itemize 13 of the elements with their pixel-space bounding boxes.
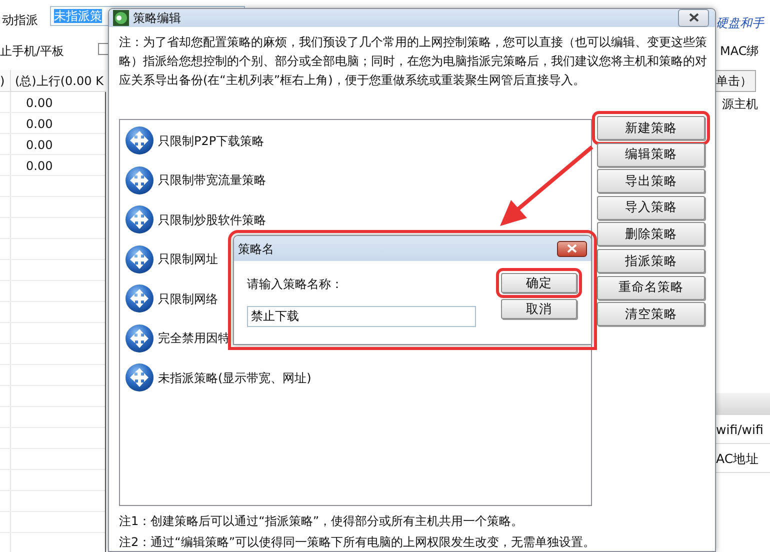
prompt-label: 请输入策略名称：: [247, 276, 344, 293]
window-title: 策略编辑: [133, 10, 182, 27]
footnote-text: 注1：创建策略后可以通过“指派策略”，使得部分或所有主机共用一个策略。: [119, 513, 524, 530]
note-text: 注：为了省却您配置策略的麻烦，我们预设了几个常用的上网控制策略，您可以直接（也可以编辑、变更这些策略）指派给您想控制的个别、部分或全部电脑；同时，在您为电脑指派完策略后，我们建议您将主机和策略的对应关系导出备份(在“主机列表”框右上角)，便于您重做系统或重装聚生网管后直接导入。: [119, 34, 708, 89]
table-cell-text: 0.00: [25, 116, 53, 133]
table-cell-text: 0.00: [25, 95, 53, 112]
checkbox-label: 止手机/平板: [0, 43, 64, 60]
footnote-text: 注2：通过“编辑策略”可以使得同一策略下所有电脑的上网权限发生改变，无需单独设置。: [119, 534, 596, 551]
table-cell-text: 0.00: [25, 137, 53, 154]
dialog-title: 策略名: [238, 240, 275, 258]
table-cell-text: 0.00: [25, 158, 53, 175]
checkbox-label: MAC绑: [720, 43, 759, 60]
field-label: 动指派: [2, 12, 38, 29]
